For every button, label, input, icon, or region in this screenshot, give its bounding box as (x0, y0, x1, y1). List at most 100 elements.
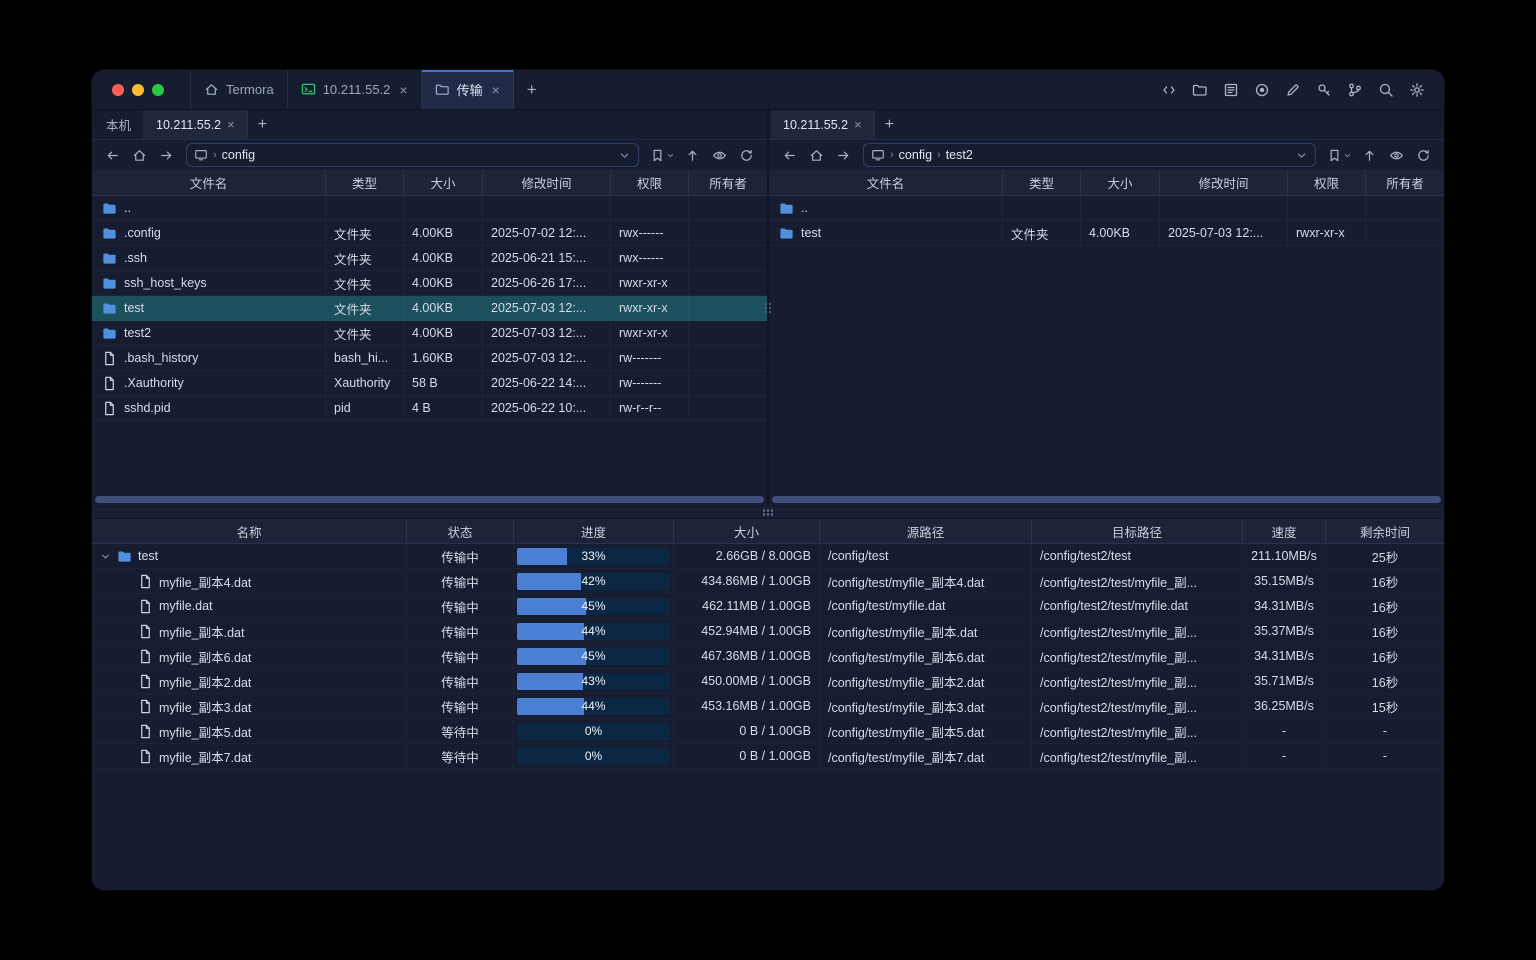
splitter-handle[interactable] (762, 509, 774, 517)
chevron-down-icon[interactable] (1295, 149, 1308, 162)
window-tab[interactable]: 10.211.55.2 × (288, 70, 422, 109)
column-header[interactable]: 进度 (514, 519, 674, 543)
transfer-eta: 25秒 (1326, 544, 1444, 568)
transfer-splitter[interactable] (92, 506, 1444, 519)
column-header[interactable]: 权限 (611, 170, 689, 195)
transfer-row[interactable]: myfile.dat 传输中 45% 462.11MB / 1.00GB /co… (92, 594, 1444, 619)
traffic-lights (112, 70, 164, 109)
column-header[interactable]: 文件名 (92, 170, 326, 195)
column-header[interactable]: 剩余时间 (1326, 519, 1444, 543)
window-tab[interactable]: 传输 × (422, 70, 514, 109)
column-header[interactable]: 所有者 (1366, 170, 1444, 195)
column-header[interactable]: 目标路径 (1032, 519, 1243, 543)
show-hidden-button[interactable] (707, 143, 732, 167)
zoom-window-button[interactable] (152, 84, 164, 96)
expander-chevron-icon[interactable] (100, 551, 111, 562)
file-icon (138, 674, 153, 689)
progress-bar: 0% (517, 723, 670, 740)
file-row[interactable]: sshd.pid pid 4 B 2025-06-22 10:... rw-r-… (92, 396, 767, 421)
column-header[interactable]: 修改时间 (1160, 170, 1288, 195)
column-header[interactable]: 源路径 (820, 519, 1032, 543)
column-header[interactable]: 修改时间 (483, 170, 611, 195)
column-header[interactable]: 大小 (674, 519, 820, 543)
column-header[interactable]: 文件名 (769, 170, 1003, 195)
file-row[interactable]: .bash_history bash_hi... 1.60KB 2025-07-… (92, 346, 767, 371)
file-row[interactable]: ssh_host_keys 文件夹 4.00KB 2025-06-26 17:.… (92, 271, 767, 296)
minimize-window-button[interactable] (132, 84, 144, 96)
transfer-row[interactable]: myfile_副本7.dat 等待中 0% 0 B / 1.00GB /conf… (92, 744, 1444, 769)
progress-fill (517, 698, 584, 715)
column-header[interactable]: 状态 (407, 519, 514, 543)
file-mtime: 2025-07-03 12:... (483, 346, 611, 370)
home-button[interactable] (127, 143, 152, 167)
show-hidden-button[interactable] (1384, 143, 1409, 167)
bookmark-button[interactable] (646, 143, 678, 167)
computer-icon (194, 148, 208, 162)
breadcrumb-item[interactable]: config (899, 148, 932, 162)
branch-icon[interactable] (1341, 76, 1368, 103)
file-row[interactable]: test 文件夹 4.00KB 2025-07-03 12:... rwxr-x… (92, 296, 767, 321)
splitter-handle[interactable] (764, 302, 772, 314)
transfer-row[interactable]: myfile_副本.dat 传输中 44% 452.94MB / 1.00GB … (92, 619, 1444, 644)
progress-bar: 0% (517, 748, 670, 765)
new-panel-tab-button[interactable]: + (875, 110, 904, 139)
column-header[interactable]: 所有者 (689, 170, 767, 195)
column-header[interactable]: 大小 (1081, 170, 1160, 195)
column-header[interactable]: 类型 (326, 170, 404, 195)
macro-record-icon[interactable] (1248, 76, 1275, 103)
folder-icon[interactable] (1186, 76, 1213, 103)
column-header[interactable]: 名称 (92, 519, 407, 543)
back-button[interactable] (777, 143, 802, 167)
file-row[interactable]: .ssh 文件夹 4.00KB 2025-06-21 15:... rwx---… (92, 246, 767, 271)
column-header[interactable]: 权限 (1288, 170, 1366, 195)
transfer-row[interactable]: myfile_副本6.dat 传输中 45% 467.36MB / 1.00GB… (92, 644, 1444, 669)
transfer-row[interactable]: myfile_副本4.dat 传输中 42% 434.86MB / 1.00GB… (92, 569, 1444, 594)
transfer-row[interactable]: myfile_副本3.dat 传输中 44% 453.16MB / 1.00GB… (92, 694, 1444, 719)
forward-button[interactable] (154, 143, 179, 167)
horizontal-scrollbar[interactable] (772, 496, 1441, 503)
path-bar[interactable]: ›config›test2 (863, 143, 1316, 167)
forward-button[interactable] (831, 143, 856, 167)
close-tab-icon[interactable]: × (854, 118, 862, 131)
transfer-row[interactable]: test 传输中 33% 2.66GB / 8.00GB /config/tes… (92, 544, 1444, 569)
file-row[interactable]: .Xauthority Xauthority 58 B 2025-06-22 1… (92, 371, 767, 396)
panel-tab[interactable]: 本机 × (94, 110, 144, 139)
close-tab-icon[interactable]: × (399, 83, 407, 97)
panel-tab[interactable]: 10.211.55.2 × (144, 110, 248, 139)
search-icon[interactable] (1372, 76, 1399, 103)
window-tab[interactable]: Termora × (191, 70, 288, 109)
settings-icon[interactable] (1403, 76, 1430, 103)
bookmark-button[interactable] (1323, 143, 1355, 167)
new-panel-tab-button[interactable]: + (248, 110, 277, 139)
chevron-down-icon[interactable] (618, 149, 631, 162)
file-row[interactable]: .. (769, 196, 1444, 221)
transfer-row[interactable]: myfile_副本5.dat 等待中 0% 0 B / 1.00GB /conf… (92, 719, 1444, 744)
up-button[interactable] (680, 143, 705, 167)
file-row[interactable]: .config 文件夹 4.00KB 2025-07-02 12:... rwx… (92, 221, 767, 246)
home-button[interactable] (804, 143, 829, 167)
up-button[interactable] (1357, 143, 1382, 167)
horizontal-scrollbar[interactable] (95, 496, 764, 503)
file-row[interactable]: test2 文件夹 4.00KB 2025-07-03 12:... rwxr-… (92, 321, 767, 346)
code-icon[interactable] (1155, 76, 1182, 103)
refresh-button[interactable] (1411, 143, 1436, 167)
back-button[interactable] (100, 143, 125, 167)
refresh-button[interactable] (734, 143, 759, 167)
path-bar[interactable]: ›config (186, 143, 639, 167)
event-log-icon[interactable] (1217, 76, 1244, 103)
file-row[interactable]: .. (92, 196, 767, 221)
breadcrumb-item[interactable]: test2 (946, 148, 973, 162)
close-tab-icon[interactable]: × (492, 83, 500, 97)
panel-tab[interactable]: 10.211.55.2 × (771, 110, 875, 139)
breadcrumb-item[interactable]: config (222, 148, 255, 162)
file-row[interactable]: test 文件夹 4.00KB 2025-07-03 12:... rwxr-x… (769, 221, 1444, 246)
key-manager-icon[interactable] (1310, 76, 1337, 103)
transfer-row[interactable]: myfile_副本2.dat 传输中 43% 450.00MB / 1.00GB… (92, 669, 1444, 694)
close-window-button[interactable] (112, 84, 124, 96)
column-header[interactable]: 类型 (1003, 170, 1081, 195)
new-window-tab-button[interactable]: + (514, 70, 550, 109)
close-tab-icon[interactable]: × (227, 118, 235, 131)
column-header[interactable]: 速度 (1243, 519, 1326, 543)
edit-icon[interactable] (1279, 76, 1306, 103)
column-header[interactable]: 大小 (404, 170, 483, 195)
